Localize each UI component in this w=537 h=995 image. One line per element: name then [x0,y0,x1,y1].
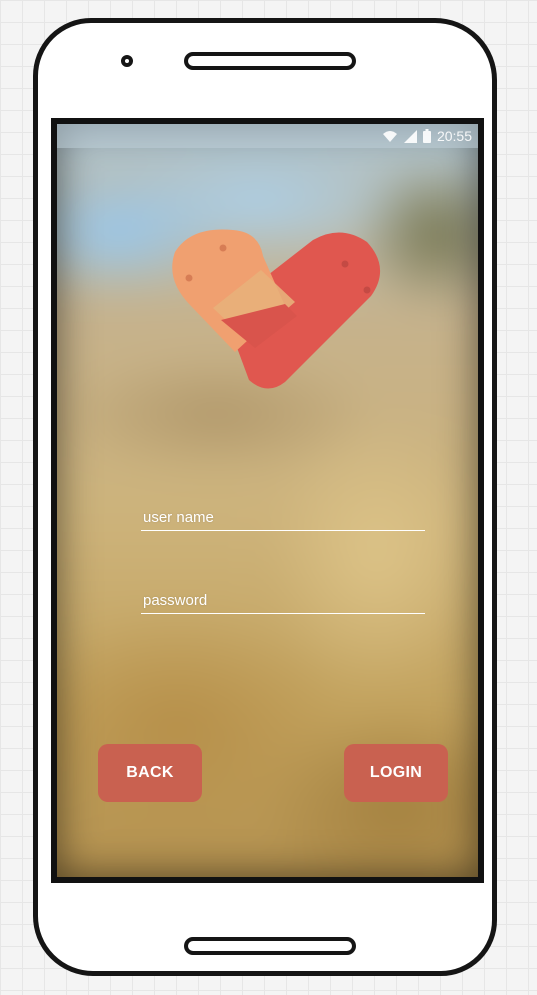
signal-icon [403,129,417,143]
bandaged-heart-icon [163,224,393,394]
password-field[interactable]: password [141,592,425,614]
wifi-icon [382,130,398,143]
battery-icon [422,129,431,143]
status-bar: 20:55 [57,124,478,148]
username-field[interactable]: user name [141,509,425,531]
back-button[interactable]: BACK [98,744,202,802]
password-placeholder: password [143,592,208,609]
login-button[interactable]: LOGIN [344,744,448,802]
home-button[interactable] [184,937,356,955]
earpiece-speaker [184,52,356,70]
phone-screen: 20:55 user name password BACK LOGIN [51,118,484,883]
username-placeholder: user name [143,509,214,526]
status-time: 20:55 [436,128,472,144]
password-underline [141,613,425,614]
username-underline [141,530,425,531]
front-camera [121,55,133,67]
